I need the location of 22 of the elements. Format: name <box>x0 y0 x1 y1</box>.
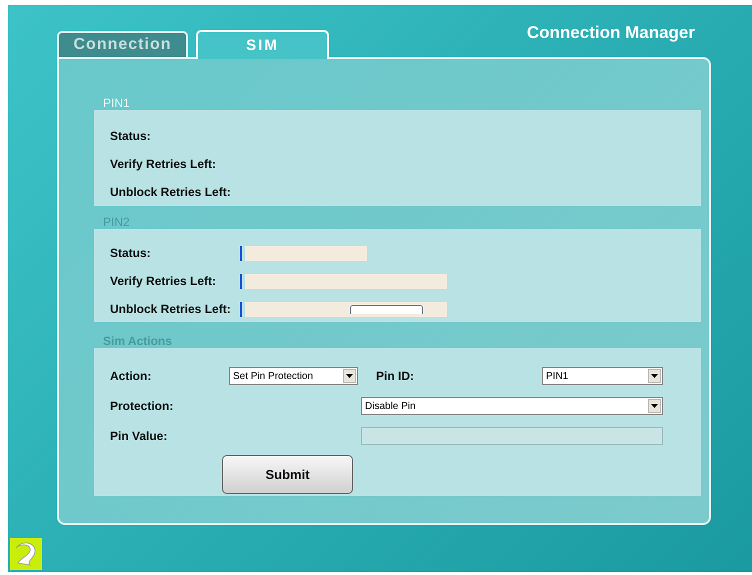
text-field[interactable] <box>240 274 447 288</box>
field-label: Unblock Retries Left: <box>110 185 231 199</box>
field-label: Status: <box>110 129 151 143</box>
submit-button[interactable]: Submit <box>222 455 353 494</box>
dialog-button[interactable] <box>350 305 423 314</box>
dropdown[interactable]: PIN1 <box>542 367 663 385</box>
field-label: Action: <box>110 369 152 383</box>
caret-icon <box>343 369 356 383</box>
field-label: Verify Retries Left: <box>110 274 218 288</box>
caret-icon <box>648 369 661 383</box>
dropdown[interactable]: Disable Pin <box>361 397 663 415</box>
field-label: Verify Retries Left: <box>110 157 216 171</box>
window-title: Connection Manager <box>526 23 695 43</box>
field-label: Status: <box>110 246 152 260</box>
caret-icon <box>648 399 661 413</box>
field-label: Protection: <box>110 399 174 413</box>
field-label: Pin Value: <box>110 429 168 443</box>
field-label: Unblock Retries Left: <box>110 302 232 316</box>
field-label: Pin ID: <box>376 369 415 383</box>
text-field[interactable] <box>240 246 367 260</box>
group-legend: PIN1 <box>103 96 130 110</box>
dropdown[interactable]: Set Pin Protection <box>229 367 358 385</box>
